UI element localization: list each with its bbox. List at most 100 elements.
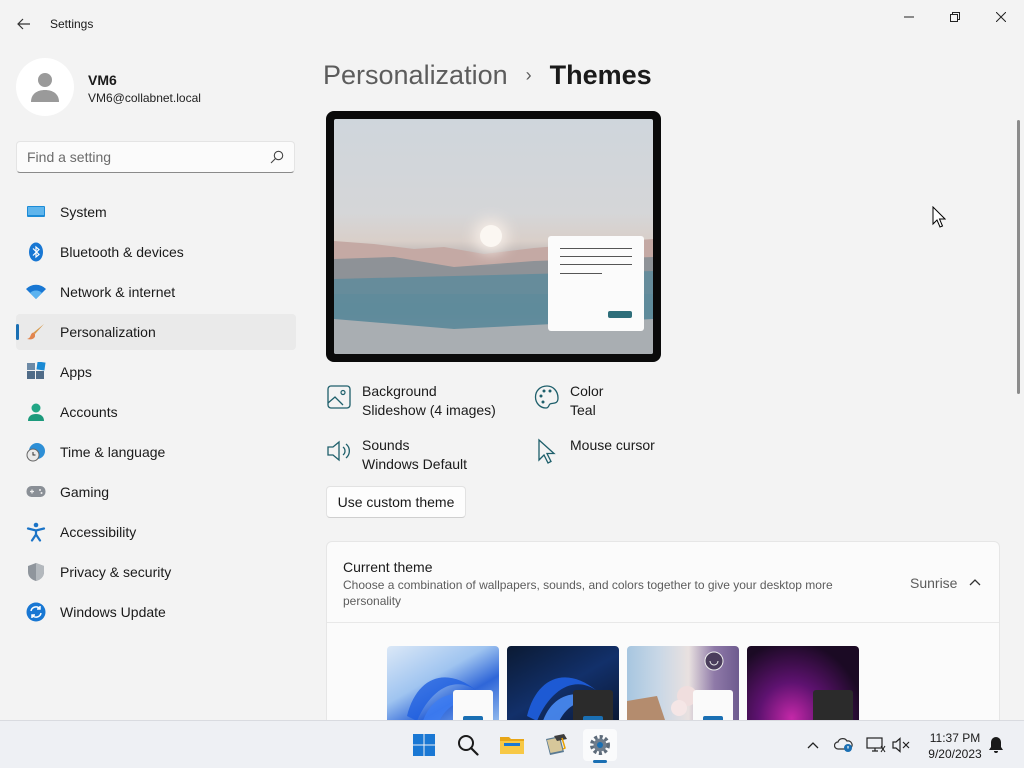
sidebar-item-accessibility[interactable]: Accessibility [16, 514, 296, 550]
sidebar-item-gaming[interactable]: Gaming [16, 474, 296, 510]
search-box[interactable] [16, 141, 295, 173]
breadcrumb: Personalization › Themes [323, 60, 652, 91]
sidebar-item-label: Time & language [60, 444, 166, 460]
sounds-value: Windows Default [362, 456, 468, 472]
mouse-cursor-setting[interactable]: Mouse cursor [534, 436, 655, 464]
sidebar-item-windows-update[interactable]: Windows Update [16, 594, 296, 630]
start-button[interactable] [407, 729, 441, 761]
bluetooth-icon [26, 242, 46, 262]
network-monitor-icon [866, 737, 886, 753]
close-button[interactable] [978, 6, 1024, 28]
accounts-icon [26, 402, 46, 422]
sidebar-item-label: Gaming [60, 484, 110, 500]
sidebar-item-system[interactable]: System [16, 194, 296, 230]
current-theme-value: Sunrise [910, 575, 958, 591]
background-setting[interactable]: Background Slideshow (4 images) [326, 382, 496, 420]
clock-time: 11:37 PM [929, 731, 981, 745]
taskbar: 11:37 PM 9/20/2023 [0, 720, 1024, 768]
taskbar-search-button[interactable] [451, 729, 485, 761]
chevron-up-icon[interactable] [967, 575, 983, 591]
sidebar-item-time-language[interactable]: Time & language [16, 434, 296, 470]
settings-button[interactable] [583, 729, 617, 763]
avatar[interactable] [16, 58, 74, 116]
apps-icon [26, 362, 46, 382]
arrow-left-icon [17, 18, 30, 30]
sidebar-item-label: Windows Update [60, 604, 166, 620]
onedrive-tray-button[interactable] [834, 735, 854, 755]
notepad-icon [546, 734, 567, 755]
wifi-icon [26, 282, 46, 302]
minimize-button[interactable] [886, 6, 932, 28]
back-button[interactable] [12, 12, 36, 36]
app-title: Settings [50, 17, 94, 31]
user-name: VM6 [88, 72, 117, 88]
color-label: Color [570, 383, 604, 399]
color-value: Teal [570, 402, 596, 418]
theme-thumbnail-dark[interactable] [507, 646, 619, 726]
sidebar-item-label: Apps [60, 364, 92, 380]
theme-preview [326, 111, 661, 362]
color-setting[interactable]: Color Teal [534, 382, 603, 420]
sidebar-item-accounts[interactable]: Accounts [16, 394, 296, 430]
start-icon [413, 734, 435, 756]
windows-update-icon [26, 602, 46, 622]
user-email: VM6@collabnet.local [88, 91, 201, 105]
palette-icon [534, 385, 559, 409]
volume-tray-button[interactable] [892, 735, 912, 755]
sidebar-item-personalization[interactable]: Personalization [16, 314, 296, 350]
network-tray-button[interactable] [866, 735, 886, 755]
mouse-cursor-label: Mouse cursor [570, 437, 655, 453]
sidebar-item-label: Privacy & security [60, 564, 172, 580]
chevron-up-icon [807, 742, 819, 749]
bell-icon [989, 737, 1003, 753]
sidebar-item-label: Accessibility [60, 524, 137, 540]
file-explorer-icon [500, 737, 524, 754]
current-theme-title: Current theme [343, 559, 433, 575]
theme-thumbnail-glow[interactable] [747, 646, 859, 726]
time-language-icon [26, 442, 46, 462]
sidebar-item-label: Bluetooth & devices [60, 244, 184, 260]
sidebar-item-apps[interactable]: Apps [16, 354, 296, 390]
shield-icon [26, 562, 46, 582]
background-value: Slideshow (4 images) [362, 402, 496, 418]
sidebar-item-bluetooth-devices[interactable]: Bluetooth & devices [16, 234, 296, 270]
current-theme-card: Current theme Choose a combination of wa… [326, 541, 1000, 741]
picture-icon [327, 385, 351, 409]
minimize-icon [904, 16, 914, 18]
preview-window [548, 236, 644, 331]
sidebar-item-label: Network & internet [60, 284, 176, 300]
wallpaper-preview [334, 119, 653, 354]
notifications-button[interactable] [986, 735, 1006, 755]
search-icon[interactable] [270, 150, 284, 164]
sidebar-item-label: System [60, 204, 107, 220]
system-icon [26, 202, 46, 222]
current-theme-description: Choose a combination of wallpapers, soun… [343, 578, 833, 608]
show-hidden-icons-button[interactable] [803, 735, 823, 755]
restore-icon [950, 12, 960, 22]
sounds-setting[interactable]: Sounds Windows Default [326, 436, 467, 474]
breadcrumb-parent[interactable]: Personalization [323, 60, 508, 91]
notepad-button[interactable] [539, 729, 573, 761]
chevron-right-icon: › [525, 65, 532, 85]
use-custom-theme-button[interactable]: Use custom theme [326, 486, 466, 518]
sidebar-nav: System Bluetooth & devices Network & int… [16, 194, 296, 634]
scrollbar[interactable] [1017, 120, 1020, 394]
page-title: Themes [549, 60, 652, 90]
search-input[interactable] [27, 149, 267, 165]
close-icon [996, 12, 1006, 22]
sidebar-item-privacy-security[interactable]: Privacy & security [16, 554, 296, 590]
sun-glow [480, 225, 502, 247]
gamepad-icon [26, 482, 46, 502]
file-explorer-button[interactable] [495, 729, 529, 761]
clock-date: 9/20/2023 [928, 747, 982, 761]
paintbrush-icon [26, 322, 46, 342]
restore-button[interactable] [932, 6, 978, 28]
sidebar-item-network-internet[interactable]: Network & internet [16, 274, 296, 310]
theme-thumbnail-light[interactable] [387, 646, 499, 726]
clock[interactable]: 11:37 PM 9/20/2023 [920, 730, 990, 762]
accessibility-icon [26, 522, 46, 542]
cursor-icon [538, 438, 556, 464]
title-bar: Settings [0, 0, 1024, 48]
divider [327, 622, 999, 623]
theme-thumbnail-spotlight[interactable] [627, 646, 739, 726]
